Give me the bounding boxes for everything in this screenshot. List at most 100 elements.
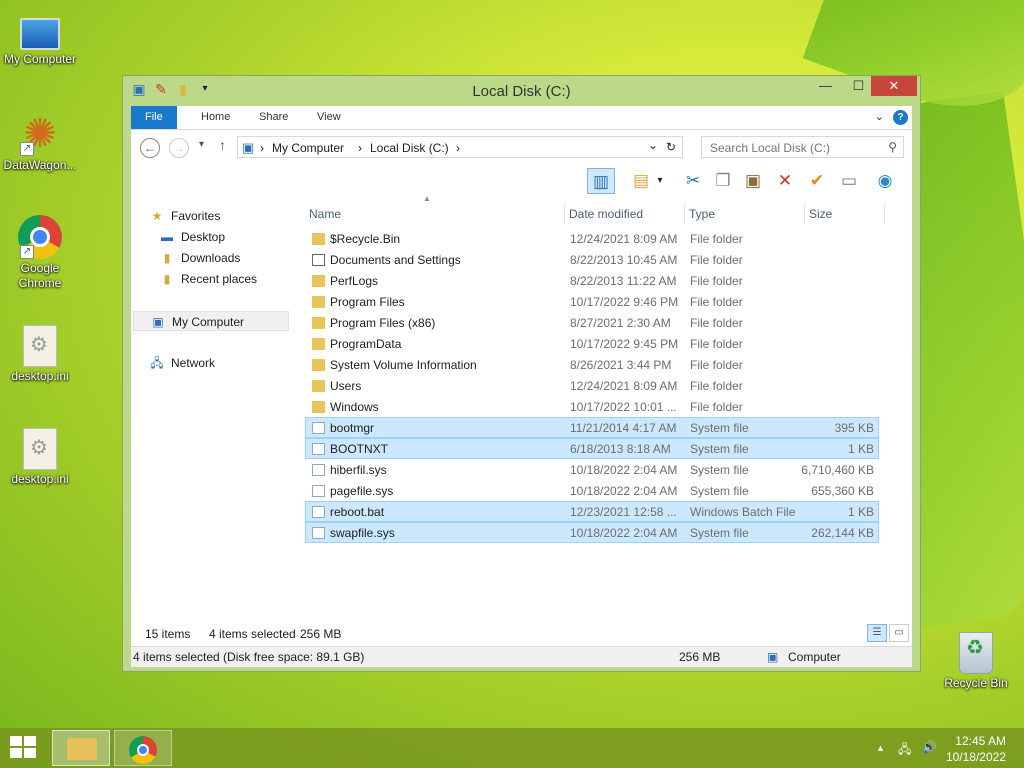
shortcut-arrow-icon: ↗ xyxy=(20,142,34,156)
nav-my-computer[interactable]: ▣ My Computer xyxy=(133,311,289,331)
taskbar-file-explorer[interactable] xyxy=(52,730,110,766)
status-size: 256 MB xyxy=(679,650,721,664)
table-row[interactable]: pagefile.sys 10/18/2022 2:04 AM System fil… xyxy=(305,480,879,501)
tab-home[interactable]: Home xyxy=(187,106,244,129)
sort-arrow-icon: ▲ xyxy=(423,194,431,203)
start-button[interactable] xyxy=(10,736,38,760)
preview-pane-icon[interactable]: ▥ xyxy=(587,168,615,194)
table-row[interactable]: System Volume Information 8/26/2021 3:44 … xyxy=(305,354,879,375)
file-date: 6/18/2013 8:18 AM xyxy=(570,442,671,456)
globe-icon[interactable]: ◉ xyxy=(871,168,899,194)
file-type: Windows Batch File xyxy=(690,505,796,519)
back-button[interactable]: ← xyxy=(140,138,160,158)
search-icon[interactable]: ⚲ xyxy=(888,140,897,154)
table-row[interactable]: Program Files 10/17/2022 9:46 PM File fold… xyxy=(305,291,879,312)
network-icon[interactable]: 🖧 xyxy=(898,740,911,761)
forward-button[interactable]: → xyxy=(169,138,189,158)
nav-recent-places[interactable]: ▮ Recent places xyxy=(159,269,257,289)
recent-locations-button[interactable]: ▾ xyxy=(199,139,204,150)
window-title: Local Disk (C:) xyxy=(472,83,571,100)
nav-network[interactable]: 🖧 Network xyxy=(149,353,215,373)
desktop-icon-chrome[interactable]: ↗ Google Chrome xyxy=(0,215,80,291)
help-button[interactable]: ? xyxy=(893,110,908,125)
up-button[interactable]: ↑ xyxy=(219,137,226,153)
address-box[interactable]: ▣ › My Computer › Local Disk (C:) › ⌄ ↻ xyxy=(237,136,683,158)
desktop-icon-datawagon[interactable]: ✺ ↗ DataWagon... xyxy=(0,112,80,173)
file-date: 10/17/2022 9:46 PM xyxy=(570,295,679,309)
datawagon-icon: ✺ ↗ xyxy=(18,112,62,156)
address-dropdown-button[interactable]: ⌄ xyxy=(648,138,658,152)
table-row[interactable]: Windows 10/17/2022 10:01 ... File folder xyxy=(305,396,879,417)
copy-icon[interactable]: ❐ xyxy=(709,168,737,194)
windows-logo-icon xyxy=(24,748,36,758)
ribbon-collapse-button[interactable]: ⌄ xyxy=(869,106,890,129)
delete-icon[interactable]: ✕ xyxy=(771,168,799,194)
chrome-icon: ↗ xyxy=(18,215,62,259)
desktop-icon-my-computer[interactable]: My Computer xyxy=(0,10,80,67)
recent-places-icon: ▮ xyxy=(163,272,171,286)
table-row[interactable]: reboot.bat 12/23/2021 12:58 ... Windows Ba… xyxy=(305,501,879,522)
taskbar-chrome[interactable] xyxy=(114,730,172,766)
breadcrumb-local-disk[interactable]: Local Disk (C:) xyxy=(370,141,449,155)
tray-overflow-button[interactable]: ▲ xyxy=(876,743,885,753)
file-type: System file xyxy=(690,442,749,456)
table-row[interactable]: Documents and Settings 8/22/2013 10:45 AM… xyxy=(305,249,879,270)
table-row[interactable]: Users 12/24/2021 8:09 AM File folder xyxy=(305,375,879,396)
chrome-icon xyxy=(129,736,157,764)
column-header-type[interactable]: Type xyxy=(685,204,805,224)
computer-icon: ▣ xyxy=(767,650,779,664)
table-row[interactable]: bootmgr 11/21/2014 4:17 AM System file 395 … xyxy=(305,417,879,438)
file-icon xyxy=(312,443,325,455)
details-view-button[interactable]: ☰ xyxy=(867,624,887,642)
column-header-name[interactable]: Name xyxy=(305,204,565,224)
minimize-button[interactable]: — xyxy=(809,76,842,96)
nav-label: Downloads xyxy=(181,251,241,265)
clock[interactable]: 12:45 AM 10/18/2022 xyxy=(946,733,1006,765)
column-header-date[interactable]: Date modified xyxy=(565,204,685,224)
tab-share[interactable]: Share xyxy=(245,106,302,129)
status-area: 15 items 4 items selected 256 MB ☰ ▭ xyxy=(131,622,912,646)
properties-dropdown-icon[interactable]: ▾ xyxy=(653,168,667,194)
table-row[interactable]: BOOTNXT 6/18/2013 8:18 AM System file 1 KB xyxy=(305,438,879,459)
status-bar: 4 items selected (Disk free space: 89.1 … xyxy=(131,646,912,667)
table-row[interactable]: swapfile.sys 10/18/2022 2:04 AM System fil… xyxy=(305,522,879,543)
refresh-button[interactable]: ↻ xyxy=(666,140,676,154)
desktop-icon-desktop-ini-2[interactable]: desktop.ini xyxy=(0,428,80,487)
nav-label: Recent places xyxy=(181,272,258,286)
nav-favorites[interactable]: ★ Favorites xyxy=(149,206,221,226)
check-icon[interactable]: ✔ xyxy=(803,168,831,194)
nav-downloads[interactable]: ▮ Downloads xyxy=(159,248,241,268)
file-name: reboot.bat xyxy=(330,505,385,519)
rename-icon[interactable]: ▭ xyxy=(835,168,863,194)
large-icons-view-button[interactable]: ▭ xyxy=(889,624,909,642)
file-icon xyxy=(312,527,325,539)
nav-label: Favorites xyxy=(171,209,221,223)
close-button[interactable]: ✕ xyxy=(871,76,917,96)
file-name: Users xyxy=(330,379,362,393)
file-type: File folder xyxy=(690,232,743,246)
file-size: 655,360 KB xyxy=(811,484,874,498)
volume-icon[interactable]: 🔊 xyxy=(922,740,937,754)
cut-icon[interactable]: ✂ xyxy=(679,168,707,194)
table-row[interactable]: $Recycle.Bin 12/24/2021 8:09 AM File folde… xyxy=(305,228,879,249)
file-name: PerfLogs xyxy=(330,274,379,288)
paste-icon[interactable]: ▣ xyxy=(739,168,767,194)
desktop-icon-desktop-ini-1[interactable]: desktop.ini xyxy=(0,325,80,384)
table-row[interactable]: hiberfil.sys 10/18/2022 2:04 AM System fil… xyxy=(305,459,879,480)
breadcrumb-my-computer[interactable]: My Computer xyxy=(272,141,344,155)
table-row[interactable]: Program Files (x86) 8/27/2021 2:30 AM File… xyxy=(305,312,879,333)
table-row[interactable]: PerfLogs 8/22/2013 11:22 AM File folder xyxy=(305,270,879,291)
nav-label: My Computer xyxy=(172,315,245,329)
clock-date: 10/18/2022 xyxy=(945,750,1006,764)
tab-view[interactable]: View xyxy=(303,106,355,129)
properties-icon[interactable]: ▤ xyxy=(627,168,655,194)
nav-desktop[interactable]: ▬ Desktop xyxy=(159,227,225,247)
desktop-icon-recycle-bin[interactable]: Recycle Bin xyxy=(936,632,1016,691)
tab-file[interactable]: File xyxy=(131,106,177,129)
search-input[interactable] xyxy=(708,138,882,158)
column-header-size[interactable]: Size xyxy=(805,204,885,224)
table-row[interactable]: ProgramData 10/17/2022 9:45 PM File folder xyxy=(305,333,879,354)
file-type: File folder xyxy=(690,358,743,372)
search-box: ⚲ xyxy=(701,136,904,158)
title-bar[interactable]: ▣ ✎ ▮ ▾ Local Disk (C:) — ☐ ✕ xyxy=(123,76,920,104)
